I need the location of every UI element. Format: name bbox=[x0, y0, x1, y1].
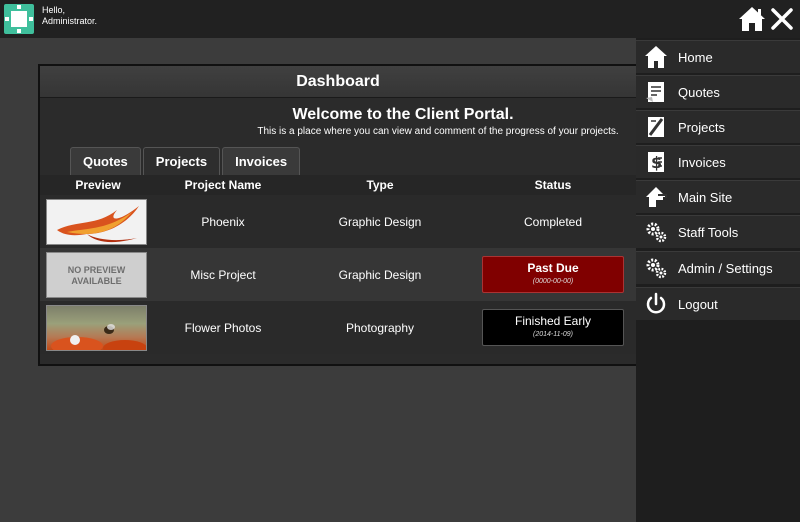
project-name: Misc Project bbox=[190, 267, 256, 282]
status-label: Past Due bbox=[527, 261, 579, 275]
project-name: Phoenix bbox=[201, 214, 245, 229]
menu-item-staff-tools[interactable]: Staff Tools bbox=[636, 215, 800, 248]
greeting-text: Hello, bbox=[42, 5, 66, 15]
menu-label: Logout bbox=[678, 297, 718, 312]
table-row[interactable]: Phoenix Graphic Design Completed bbox=[40, 195, 636, 248]
table-row[interactable]: Flower Photos Photography Finished Early… bbox=[40, 301, 636, 354]
project-type: Graphic Design bbox=[338, 267, 422, 282]
status-date: (0000-00-00) bbox=[532, 278, 574, 285]
menu-label: Main Site bbox=[678, 190, 733, 205]
no-preview-thumbnail[interactable]: NO PREVIEW AVAILABLE bbox=[46, 251, 147, 298]
gears-icon bbox=[646, 222, 667, 243]
side-menu: Home Quotes Projects $ Invoices Main Sit… bbox=[636, 38, 800, 522]
menu-label: Projects bbox=[678, 120, 725, 135]
table-row[interactable]: NO PREVIEW AVAILABLE Misc Project Graphi… bbox=[40, 248, 636, 301]
col-preview: Preview bbox=[75, 178, 121, 192]
projects-table: Preview Project Name Type Status Phoenix… bbox=[40, 175, 636, 354]
menu-item-quotes[interactable]: Quotes bbox=[636, 75, 800, 108]
menu-item-logout[interactable]: Logout bbox=[636, 287, 800, 320]
close-icon[interactable] bbox=[770, 7, 794, 31]
user-name: Administrator. bbox=[42, 16, 98, 26]
menu-item-invoices[interactable]: $ Invoices bbox=[636, 145, 800, 178]
status-badge-finished-early: Finished Early (2014-11-09) bbox=[482, 309, 624, 346]
app-logo-icon[interactable] bbox=[4, 4, 34, 34]
table-header: Preview Project Name Type Status bbox=[40, 175, 636, 195]
col-project-name: Project Name bbox=[184, 178, 262, 192]
top-bar: Hello, Administrator. bbox=[0, 0, 800, 38]
invoices-icon: $ bbox=[648, 152, 664, 172]
menu-label: Quotes bbox=[678, 85, 720, 100]
status-date: (2014-11-09) bbox=[533, 331, 573, 338]
project-type: Photography bbox=[345, 320, 415, 335]
main-site-icon bbox=[646, 187, 667, 207]
status-badge-past-due: Past Due (0000-00-00) bbox=[482, 256, 624, 293]
gears-icon bbox=[646, 258, 667, 279]
panel-title: Dashboard bbox=[40, 66, 636, 98]
status-label: Finished Early bbox=[514, 314, 592, 328]
project-name: Flower Photos bbox=[184, 320, 262, 335]
menu-label: Staff Tools bbox=[678, 225, 739, 240]
tab-quotes[interactable]: Quotes bbox=[70, 147, 141, 175]
preview-thumbnail[interactable] bbox=[46, 198, 147, 245]
menu-item-main-site[interactable]: Main Site bbox=[636, 180, 800, 213]
projects-icon bbox=[648, 117, 664, 137]
tab-invoices[interactable]: Invoices bbox=[222, 147, 301, 175]
menu-label: Invoices bbox=[678, 155, 726, 170]
menu-label: Home bbox=[678, 50, 713, 65]
home-icon[interactable] bbox=[738, 6, 766, 32]
tab-projects[interactable]: Projects bbox=[142, 147, 221, 175]
user-greeting: Hello, Administrator. bbox=[42, 5, 97, 27]
menu-label: Admin / Settings bbox=[678, 261, 773, 276]
welcome-subtitle: This is a place where you can view and c… bbox=[257, 126, 619, 137]
project-type: Graphic Design bbox=[338, 214, 422, 229]
menu-item-projects[interactable]: Projects bbox=[636, 110, 800, 143]
power-icon bbox=[646, 292, 666, 314]
col-type: Type bbox=[366, 178, 394, 192]
quotes-icon bbox=[646, 82, 664, 102]
tab-bar: Quotes Projects Invoices bbox=[70, 147, 302, 175]
menu-item-home[interactable]: Home bbox=[636, 40, 800, 73]
welcome-heading: Welcome to the Client Portal. bbox=[292, 106, 514, 123]
project-status: Completed bbox=[523, 214, 583, 229]
menu-item-admin-settings[interactable]: Admin / Settings bbox=[636, 251, 800, 284]
col-status: Status bbox=[534, 178, 572, 192]
preview-thumbnail[interactable] bbox=[46, 304, 147, 351]
dashboard-panel: Dashboard Welcome to the Client Portal. … bbox=[38, 64, 638, 366]
home-icon bbox=[645, 46, 667, 68]
